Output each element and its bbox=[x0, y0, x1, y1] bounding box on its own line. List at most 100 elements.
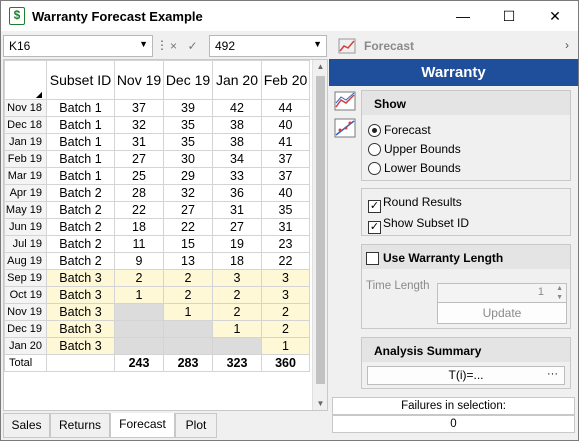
data-cell[interactable]: 30 bbox=[163, 150, 213, 168]
data-cell[interactable]: 37 bbox=[114, 99, 164, 117]
row-header[interactable]: Jan 19 bbox=[4, 133, 47, 151]
data-cell[interactable]: 19 bbox=[212, 235, 262, 253]
round-results-checkbox[interactable]: ✓ Round Results bbox=[368, 195, 462, 213]
total-cell[interactable]: 243 bbox=[114, 354, 164, 372]
column-header[interactable]: Dec 19 bbox=[163, 60, 213, 100]
data-cell[interactable]: 22 bbox=[261, 252, 310, 270]
cell-reference-box[interactable]: K16 ▼ bbox=[3, 35, 153, 57]
subset-cell[interactable]: Batch 2 bbox=[46, 235, 115, 253]
row-header[interactable]: Dec 18 bbox=[4, 116, 47, 134]
data-cell[interactable]: 42 bbox=[212, 99, 262, 117]
data-cell[interactable]: 3 bbox=[212, 269, 262, 287]
data-cell[interactable]: 23 bbox=[261, 235, 310, 253]
data-cell[interactable]: 27 bbox=[114, 150, 164, 168]
column-header[interactable]: Jan 20 bbox=[212, 60, 262, 100]
row-header[interactable]: Jan 20 bbox=[4, 337, 47, 355]
cancel-edit-button[interactable]: × bbox=[165, 36, 182, 56]
data-cell[interactable]: 3 bbox=[261, 269, 310, 287]
tab-returns[interactable]: Returns bbox=[50, 413, 110, 438]
row-header[interactable]: Aug 19 bbox=[4, 252, 47, 270]
row-header[interactable]: Nov 18 bbox=[4, 99, 47, 117]
row-header[interactable]: Jun 19 bbox=[4, 218, 47, 236]
subset-cell[interactable]: Batch 1 bbox=[46, 167, 115, 185]
show-subset-id-checkbox[interactable]: ✓ Show Subset ID bbox=[368, 216, 469, 234]
line-chart-icon[interactable] bbox=[334, 91, 356, 111]
radio-lower-bounds[interactable]: Lower Bounds bbox=[368, 161, 461, 175]
data-cell[interactable]: 9 bbox=[114, 252, 164, 270]
data-cell[interactable]: 36 bbox=[212, 184, 262, 202]
data-cell[interactable] bbox=[212, 337, 262, 355]
subset-cell[interactable]: Batch 2 bbox=[46, 218, 115, 236]
row-header[interactable]: Dec 19 bbox=[4, 320, 47, 338]
subset-cell[interactable]: Batch 2 bbox=[46, 201, 115, 219]
row-header[interactable]: Nov 19 bbox=[4, 303, 47, 321]
data-cell[interactable]: 37 bbox=[261, 150, 310, 168]
data-cell[interactable]: 38 bbox=[212, 133, 262, 151]
subset-cell[interactable]: Batch 1 bbox=[46, 116, 115, 134]
total-cell[interactable]: 283 bbox=[163, 354, 213, 372]
checkbox-checked-icon[interactable]: ✓ bbox=[368, 200, 381, 213]
radio-forecast[interactable]: Forecast bbox=[368, 123, 431, 137]
radio-selected-icon[interactable] bbox=[368, 124, 381, 137]
subset-cell[interactable]: Batch 3 bbox=[46, 320, 115, 338]
scroll-up-icon[interactable]: ▲ bbox=[313, 62, 327, 71]
radio-unselected-icon[interactable] bbox=[368, 162, 381, 175]
data-cell[interactable]: 3 bbox=[261, 286, 310, 304]
row-header[interactable]: Oct 19 bbox=[4, 286, 47, 304]
subset-cell[interactable]: Batch 2 bbox=[46, 252, 115, 270]
spinner-arrows-icon[interactable]: ▲ ▼ bbox=[556, 284, 563, 302]
row-header[interactable]: Sep 19 bbox=[4, 269, 47, 287]
radio-upper-bounds[interactable]: Upper Bounds bbox=[368, 142, 461, 156]
data-cell[interactable]: 11 bbox=[114, 235, 164, 253]
scrollbar-thumb[interactable] bbox=[316, 76, 325, 384]
data-cell[interactable]: 28 bbox=[114, 184, 164, 202]
data-cell[interactable]: 40 bbox=[261, 184, 310, 202]
data-cell[interactable]: 2 bbox=[163, 286, 213, 304]
data-cell[interactable]: 40 bbox=[261, 116, 310, 134]
data-cell[interactable] bbox=[163, 320, 213, 338]
more-options-icon[interactable]: ··· bbox=[547, 366, 558, 383]
data-cell[interactable] bbox=[163, 337, 213, 355]
update-button[interactable]: Update bbox=[437, 302, 567, 324]
data-cell[interactable]: 1 bbox=[212, 320, 262, 338]
data-cell[interactable]: 35 bbox=[261, 201, 310, 219]
data-cell[interactable] bbox=[114, 337, 164, 355]
data-cell[interactable]: 41 bbox=[261, 133, 310, 151]
chevron-down-icon[interactable]: ▼ bbox=[139, 39, 148, 49]
data-cell[interactable]: 22 bbox=[114, 201, 164, 219]
subset-cell[interactable]: Batch 1 bbox=[46, 99, 115, 117]
close-button[interactable]: ✕ bbox=[532, 1, 578, 31]
data-cell[interactable]: 27 bbox=[212, 218, 262, 236]
cell-value-input[interactable]: 492 ▼ bbox=[209, 35, 327, 57]
data-cell[interactable]: 44 bbox=[261, 99, 310, 117]
data-cell[interactable] bbox=[114, 303, 164, 321]
checkbox-checked-icon[interactable]: ✓ bbox=[368, 221, 381, 234]
scroll-down-icon[interactable]: ▼ bbox=[313, 399, 327, 408]
data-cell[interactable]: 18 bbox=[114, 218, 164, 236]
row-header[interactable]: Jul 19 bbox=[4, 235, 47, 253]
panel-header[interactable]: Forecast › bbox=[332, 35, 577, 57]
data-cell[interactable]: 33 bbox=[212, 167, 262, 185]
use-warranty-length-checkbox[interactable]: Use Warranty Length bbox=[362, 245, 570, 269]
data-cell[interactable]: 22 bbox=[163, 218, 213, 236]
scatter-plot-icon[interactable] bbox=[334, 118, 356, 138]
data-cell[interactable]: 18 bbox=[212, 252, 262, 270]
data-cell[interactable]: 32 bbox=[114, 116, 164, 134]
row-header[interactable]: Feb 19 bbox=[4, 150, 47, 168]
data-cell[interactable]: 1 bbox=[163, 303, 213, 321]
data-cell[interactable]: 2 bbox=[261, 303, 310, 321]
radio-unselected-icon[interactable] bbox=[368, 143, 381, 156]
corner-cell[interactable]: ◢ bbox=[4, 60, 47, 100]
total-cell[interactable]: 360 bbox=[261, 354, 310, 372]
data-cell[interactable]: 2 bbox=[163, 269, 213, 287]
data-grid[interactable]: ◢ Subset ID Nov 19 Dec 19 Jan 20 Feb 20 … bbox=[3, 59, 328, 411]
subset-cell[interactable]: Batch 3 bbox=[46, 286, 115, 304]
subset-cell[interactable]: Batch 2 bbox=[46, 184, 115, 202]
subset-cell[interactable]: Batch 3 bbox=[46, 337, 115, 355]
data-cell[interactable]: 38 bbox=[212, 116, 262, 134]
total-cell[interactable]: 323 bbox=[212, 354, 262, 372]
data-cell[interactable]: 35 bbox=[163, 116, 213, 134]
column-header[interactable]: Subset ID bbox=[46, 60, 115, 100]
column-header[interactable]: Feb 20 bbox=[261, 60, 310, 100]
chevron-right-icon[interactable]: › bbox=[565, 38, 569, 52]
